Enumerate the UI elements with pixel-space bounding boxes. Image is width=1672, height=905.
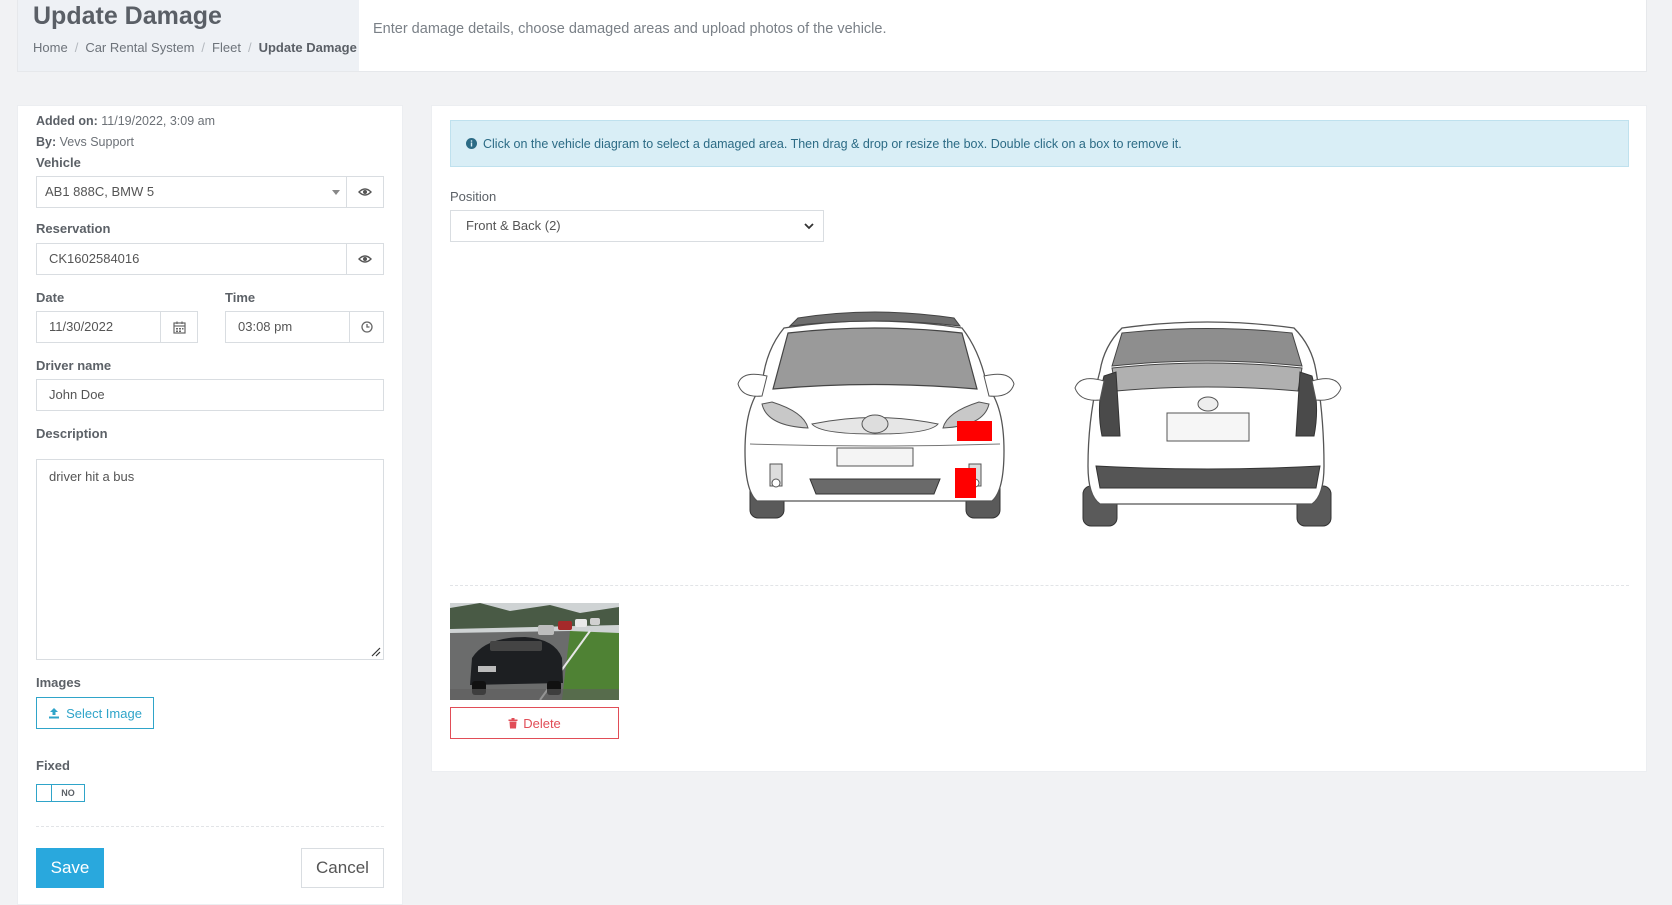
images-label: Images <box>36 675 81 690</box>
eye-icon <box>358 255 372 263</box>
reservation-label: Reservation <box>36 221 111 236</box>
car-back-view[interactable] <box>1074 321 1342 527</box>
fixed-toggle-state: NO <box>61 788 75 798</box>
reservation-field[interactable]: CK1602584016 <box>36 243 347 275</box>
vehicle-diagram[interactable] <box>432 276 1648 576</box>
damage-photo-thumbnail[interactable] <box>450 603 619 700</box>
page-title: Update Damage <box>33 2 222 30</box>
damage-diagram-panel: Click on the vehicle diagram to select a… <box>431 105 1647 772</box>
breadcrumb-home[interactable]: Home <box>33 40 68 55</box>
added-by-label: By: <box>36 135 57 149</box>
vehicle-select-value: AB1 888C, BMW 5 <box>45 184 155 199</box>
time-picker-button[interactable] <box>349 311 384 343</box>
dropdown-arrow-icon <box>332 190 340 195</box>
car-front-view[interactable] <box>737 311 1015 519</box>
date-picker-button[interactable] <box>160 311 198 343</box>
page-header: Update Damage Home / Car Rental System / Fle… <box>17 0 1647 72</box>
description-text: driver hit a bus <box>49 469 135 484</box>
breadcrumb-separator: / <box>247 40 252 55</box>
save-button[interactable]: Save <box>36 848 104 888</box>
time-label: Time <box>225 290 256 305</box>
vehicle-label: Vehicle <box>36 155 81 170</box>
vehicle-select[interactable]: AB1 888C, BMW 5 <box>36 176 347 208</box>
eye-icon <box>358 188 372 196</box>
cancel-button[interactable]: Cancel <box>301 848 384 888</box>
description-textarea[interactable]: driver hit a bus <box>36 459 384 660</box>
damage-marker[interactable] <box>955 468 976 498</box>
breadcrumb-current: Update Damage <box>258 40 357 55</box>
chevron-down-icon <box>804 223 814 230</box>
info-icon <box>466 138 477 149</box>
fixed-toggle[interactable]: NO <box>36 784 85 802</box>
damage-marker[interactable] <box>957 421 992 441</box>
damage-details-panel: Added on: 11/19/2022, 3:09 am By: Vevs S… <box>17 105 403 905</box>
view-reservation-button[interactable] <box>346 243 384 275</box>
time-field[interactable]: 03:08 pm <box>225 311 350 343</box>
divider <box>450 585 1629 586</box>
calendar-icon <box>172 321 186 334</box>
car-photo-image <box>450 603 619 700</box>
select-image-button[interactable]: Select Image <box>36 697 154 729</box>
delete-label: Delete <box>523 715 561 731</box>
position-select[interactable]: Front & Back (2) <box>450 210 824 242</box>
select-image-label: Select Image <box>66 705 142 721</box>
trash-icon <box>508 717 518 728</box>
added-on-info: Added on: 11/19/2022, 3:09 am <box>36 114 215 128</box>
info-alert: Click on the vehicle diagram to select a… <box>450 120 1629 167</box>
clock-icon <box>360 321 373 333</box>
added-on-label: Added on: <box>36 114 98 128</box>
breadcrumb: Home / Car Rental System / Fleet / Update Dama… <box>33 40 357 55</box>
description-label: Description <box>36 426 108 441</box>
info-alert-text: Click on the vehicle diagram to select a… <box>483 136 1182 151</box>
position-label: Position <box>450 189 497 204</box>
title-box: Update Damage Home / Car Rental System / Fle… <box>18 0 359 71</box>
fixed-label: Fixed <box>36 758 70 773</box>
date-field[interactable]: 11/30/2022 <box>36 311 161 343</box>
added-on-value: 11/19/2022, 3:09 am <box>101 114 216 128</box>
driver-name-field[interactable]: John Doe <box>36 379 384 411</box>
position-select-value: Front & Back (2) <box>466 218 561 233</box>
divider <box>36 826 384 827</box>
date-label: Date <box>36 290 65 305</box>
added-by-info: By: Vevs Support <box>36 135 134 149</box>
toggle-knob <box>37 785 52 801</box>
breadcrumb-separator: / <box>201 40 206 55</box>
added-by-value: Vevs Support <box>59 135 134 149</box>
breadcrumb-fleet[interactable]: Fleet <box>212 40 241 55</box>
view-vehicle-button[interactable] <box>346 176 384 208</box>
driver-name-label: Driver name <box>36 358 112 373</box>
resize-handle-icon[interactable] <box>371 647 381 657</box>
breadcrumb-separator: / <box>74 40 79 55</box>
delete-photo-button[interactable]: Delete <box>450 707 619 739</box>
upload-icon <box>49 708 60 719</box>
page-description: Enter damage details, choose damaged are… <box>373 21 887 37</box>
breadcrumb-car-rental-system[interactable]: Car Rental System <box>85 40 194 55</box>
